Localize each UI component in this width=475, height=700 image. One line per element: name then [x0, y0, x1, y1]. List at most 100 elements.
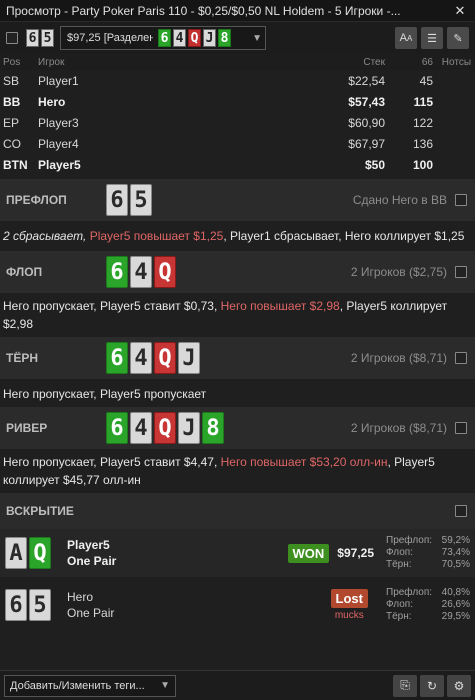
- table-row[interactable]: SB Player1 $22,54 45: [0, 70, 475, 91]
- street-actions: 2 сбрасывает, Player5 повышает $1,25, Pl…: [0, 221, 475, 251]
- players-header: Pos Игрок Стек 66 Нотсы: [0, 54, 475, 70]
- stat-value: 29,5%: [441, 611, 470, 622]
- action-text: 2 сбрасывает,: [3, 229, 90, 243]
- street-name: ВСКРЫТИЕ: [6, 504, 74, 518]
- toolbar: 6 5 $97,25 [Разделение] 6 4 Q J 8 ▼ AA ☰…: [0, 22, 475, 54]
- player-stack: $50: [364, 157, 385, 172]
- stat-value: 26,6%: [441, 599, 470, 610]
- player-name: Player5: [67, 538, 110, 552]
- copy-icon[interactable]: ⎘: [393, 674, 417, 697]
- card: Q: [154, 256, 176, 288]
- card: J: [178, 412, 200, 444]
- title-bar: Просмотр - Party Poker Paris 110 - $0,25…: [0, 0, 475, 22]
- street-flop: ФЛОП 6 4 Q 2 Игроков ($2,75): [0, 251, 475, 293]
- action-text: Него пропускает, Player5 ставит $4,47,: [3, 455, 221, 469]
- hero-cards-mini: 6 5: [26, 29, 54, 47]
- board-card: 8: [218, 29, 231, 47]
- card: 6: [5, 589, 27, 621]
- tags-label: Добавить/Изменить теги...: [10, 679, 145, 692]
- street-name: РИВЕР: [6, 421, 48, 435]
- player-stack: $22,54: [348, 73, 385, 88]
- player-info: Hero One Pair: [67, 589, 114, 621]
- col-stack: Стек: [363, 56, 385, 68]
- player-stack: $57,43: [348, 94, 385, 109]
- window-title: Просмотр - Party Poker Paris 110 - $0,25…: [6, 3, 401, 18]
- player-hands: 45: [419, 73, 433, 88]
- showdown-winner: A Q Player5 One Pair WON $97,25 Префлоп:…: [0, 529, 475, 577]
- showdown-loser: 6 5 Hero One Pair Lost mucks Префлоп: 40,…: [0, 581, 475, 629]
- table-row[interactable]: BB Hero $57,43 115: [0, 91, 475, 112]
- equity-stats: Префлоп: 59,2% Флоп: 73,4% Тёрн: 70,5%: [386, 535, 470, 571]
- stat-value: 40,8%: [441, 587, 470, 598]
- street-checkbox[interactable]: [455, 266, 467, 278]
- table-row[interactable]: EP Player3 $60,90 122: [0, 112, 475, 133]
- stat-label: Префлоп:: [386, 587, 433, 598]
- mucks-label: mucks: [334, 610, 364, 621]
- tags-dropdown[interactable]: Добавить/Изменить теги... ▼: [4, 674, 176, 697]
- settings-icon[interactable]: ⚙: [447, 674, 471, 697]
- board-card: 4: [173, 29, 186, 47]
- street-name: ПРЕФЛОП: [6, 193, 67, 207]
- board-card: J: [203, 29, 216, 47]
- player-stack: $60,90: [348, 115, 385, 130]
- card: Q: [154, 412, 176, 444]
- stat-value: 70,5%: [441, 559, 470, 570]
- mini-card: 6: [26, 29, 39, 47]
- card: 4: [130, 342, 152, 374]
- street-info: 2 Игроков ($8,71): [350, 351, 447, 365]
- select-hand-checkbox[interactable]: [6, 32, 18, 44]
- player-pos: EP: [3, 115, 20, 130]
- action-text: Него пропускает, Player5 пропускает: [3, 387, 207, 401]
- player-hands: 122: [412, 115, 433, 130]
- card: Q: [29, 537, 51, 569]
- player-pos: BB: [3, 94, 21, 109]
- player-name: Hero: [67, 590, 94, 604]
- won-amount: $97,25: [337, 546, 374, 560]
- street-turn: ТЁРН 6 4 Q J 2 Игроков ($8,71): [0, 337, 475, 379]
- table-row[interactable]: BTN Player5 $50 100: [0, 154, 475, 175]
- action-raise: Него повышает $53,20 олл-ин: [220, 455, 388, 469]
- action-text: , Player1 сбрасывает, Него коллирует $1,…: [223, 229, 465, 243]
- lost-badge: Lost: [330, 589, 368, 608]
- player-pos: SB: [3, 73, 20, 88]
- street-checkbox[interactable]: [455, 194, 467, 206]
- street-checkbox[interactable]: [455, 352, 467, 364]
- street-actions: Него пропускает, Player5 ставит $0,73, Н…: [0, 293, 475, 337]
- player-hands: 136: [412, 136, 433, 151]
- street-checkbox[interactable]: [455, 505, 467, 517]
- card: A: [5, 537, 27, 569]
- hand-selector-value: $97,25 [Разделение]: [67, 32, 153, 44]
- close-icon[interactable]: ✕: [449, 3, 471, 19]
- player-stack: $67,97: [348, 136, 385, 151]
- col-player: Игрок: [38, 56, 65, 68]
- stat-value: 73,4%: [441, 547, 470, 558]
- street-name: ФЛОП: [6, 265, 43, 279]
- card: 8: [202, 412, 224, 444]
- card: J: [178, 342, 200, 374]
- player-hand: One Pair: [67, 606, 115, 620]
- refresh-icon[interactable]: ↻: [420, 674, 444, 697]
- street-info: 2 Игроков ($8,71): [350, 421, 447, 435]
- col-hands: 66: [421, 56, 433, 68]
- board-card: Q: [188, 29, 201, 47]
- mini-card: 5: [41, 29, 54, 47]
- won-badge: WON: [287, 543, 330, 563]
- bottom-bar: Добавить/Изменить теги... ▼ ⎘ ↻ ⚙: [0, 670, 475, 700]
- card: 6: [106, 412, 128, 444]
- card: 4: [130, 256, 152, 288]
- col-notes: Нотсы: [441, 56, 471, 68]
- player-info: Player5 One Pair: [67, 537, 116, 569]
- card: 5: [130, 184, 152, 216]
- table-row[interactable]: CO Player4 $67,97 136: [0, 133, 475, 154]
- player-pos: CO: [3, 136, 21, 151]
- hand-selector-dropdown[interactable]: $97,25 [Разделение] 6 4 Q J 8 ▼: [60, 26, 266, 50]
- list-icon[interactable]: ☰: [421, 27, 443, 49]
- player-hand: One Pair: [67, 554, 117, 568]
- action-raise: Player5 повышает $1,25: [89, 229, 224, 243]
- players-table: Pos Игрок Стек 66 Нотсы SB Player1 $22,5…: [0, 54, 475, 175]
- street-checkbox[interactable]: [455, 422, 467, 434]
- font-size-icon[interactable]: AA: [395, 27, 417, 49]
- edit-icon[interactable]: ✎: [447, 27, 469, 49]
- stat-label: Флоп:: [386, 547, 413, 558]
- street-actions: Него пропускает, Player5 пропускает: [0, 379, 475, 407]
